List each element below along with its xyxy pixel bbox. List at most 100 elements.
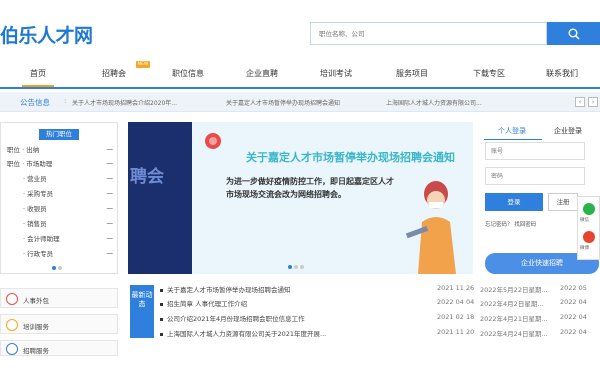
job-row-label: · 收银员 — [23, 205, 47, 213]
banner-title: 关于嘉定人才市场暂停举办现场招聘会通知 — [246, 151, 455, 164]
search-icon — [568, 28, 580, 40]
notice-prefix: : — [64, 97, 67, 105]
briefcase-icon — [6, 343, 18, 355]
news-row[interactable]: 公司介绍2021年4月份现场招聘会职位信息工作 — [160, 313, 305, 324]
news-time: 2022年5月22日星期... — [480, 286, 548, 294]
tab-company-login[interactable]: 企业登录 — [554, 126, 582, 136]
password-field[interactable] — [485, 167, 585, 185]
share-label: 微博 — [580, 246, 589, 251]
job-row-label: · 采购专员 — [23, 190, 54, 198]
login-button[interactable]: 登录 — [485, 193, 543, 211]
share-label: 微信 — [580, 218, 589, 223]
bullet — [160, 288, 163, 292]
news-row[interactable]: 上海国际人才城人力资源有限公司关于2021年度开展... — [160, 328, 326, 339]
news-time: 2022 04 — [560, 298, 587, 306]
news-time: 2022年4月24日星期... — [480, 330, 548, 338]
nav-item-home[interactable]: 首页 — [22, 68, 54, 87]
job-row-label: · 会计师助理 — [23, 235, 60, 243]
notice-label: 公告信息 — [20, 98, 50, 107]
banner-carousel-dots — [288, 263, 306, 271]
hot-jobs-tab[interactable]: 热门职位 — [39, 129, 79, 140]
news-row[interactable]: 招生简章 人事代理工作介绍 — [160, 298, 247, 309]
register-button[interactable]: 注册 — [548, 193, 578, 211]
book-icon — [6, 319, 18, 331]
bullet — [160, 302, 163, 306]
job-row[interactable]: 职位 · 市场助理 一 — [7, 158, 113, 168]
job-row-mark: 一 — [106, 160, 114, 168]
banner-body: 为进一步做好疫情防控工作，即日起嘉定区人才市场现场交流会改为网络招聘会。 — [226, 177, 394, 199]
job-row-mark: 一 — [106, 190, 114, 198]
job-row-label: · 销售员 — [23, 220, 47, 228]
job-row[interactable]: · 采购专员 一 — [23, 188, 113, 198]
bullet — [160, 332, 163, 336]
left-carousel-dots — [52, 264, 64, 272]
job-row-label: · 营业员 — [23, 175, 47, 183]
search-box[interactable] — [310, 22, 547, 45]
news-time: 2022年4月21日星期... — [480, 315, 548, 323]
news-tag: 最新动态 — [130, 285, 154, 338]
job-row-label: 职位 · 市场助理 — [7, 160, 53, 168]
virus-icon — [205, 133, 221, 149]
nav-item-contact[interactable]: 联系我们 — [546, 68, 578, 79]
news-title: 招生简章 人事代理工作介绍 — [167, 300, 248, 308]
new-badge: NEW — [136, 61, 150, 68]
main-nav: 首页 招聘会 职位信息 企业直聘 培训考试 服务项目 下载专区 联系我们 — [0, 62, 600, 89]
news-time: 2022 05 — [560, 284, 587, 292]
notice-item[interactable]: 上海国际人才城人力资源有限公司... — [386, 98, 482, 107]
weibo-icon[interactable] — [583, 231, 595, 243]
hot-jobs-panel: 热门职位 职位 · 出纳一 职位 · 市场助理一 · 营业员一 · 采购专员一 … — [0, 122, 118, 274]
nav-item-jobs[interactable]: 职位信息 — [172, 68, 204, 79]
notice-item[interactable]: 关于人才市场现场招聘会介绍2020年... — [72, 98, 177, 107]
carousel-dot[interactable] — [294, 265, 298, 269]
forgot-password-link[interactable]: 忘记密码？ 找回密码 — [485, 220, 536, 228]
search-input[interactable] — [311, 23, 546, 44]
notice-prev-button[interactable]: ‹ — [575, 97, 585, 107]
person-icon — [6, 293, 18, 305]
username-field[interactable] — [485, 142, 585, 160]
job-row[interactable]: · 会计师助理 一 — [23, 233, 113, 243]
service-button-recruiting[interactable]: 招聘服务 — [0, 340, 118, 356]
nav-item-training[interactable]: 培训考试 — [320, 68, 352, 79]
nav-item-job-fair[interactable]: 招聘会 — [102, 68, 126, 79]
doctor-illustration — [405, 181, 456, 274]
service-button-training[interactable]: 培训服务 — [0, 314, 118, 334]
banner-dark-panel: 聘会 — [128, 122, 192, 274]
notice-item[interactable]: 关于嘉定人才市场暂停举办现场招聘会通知 — [226, 98, 340, 107]
news-date: 2021 11 26 — [437, 284, 475, 292]
news-time: 2022 04 — [560, 313, 587, 321]
service-button-label: 培训服务 — [23, 323, 49, 331]
job-row-label: 职位 · 出纳 — [7, 146, 40, 154]
share-bar: 微信 微博 — [577, 196, 600, 260]
job-row[interactable]: · 销售员 一 — [23, 218, 113, 228]
password-input[interactable] — [486, 168, 584, 184]
carousel-dot[interactable] — [300, 265, 304, 269]
job-row[interactable]: 职位 · 出纳 一 — [7, 144, 113, 154]
hero-banner[interactable]: 聘会 关于嘉定人才市场暂停举办现场招聘会通知 为进一步做好疫情防控工作，即日起嘉… — [128, 122, 473, 274]
username-input[interactable] — [486, 143, 584, 159]
search-button[interactable] — [547, 22, 600, 45]
bullet — [160, 317, 163, 321]
carousel-dot[interactable] — [58, 266, 62, 270]
news-title: 关于嘉定人才市场暂停举办现场招聘会通知 — [167, 286, 291, 294]
nav-item-direct-hire[interactable]: 企业直聘 — [246, 68, 278, 79]
wechat-icon[interactable] — [583, 203, 595, 215]
job-row-mark: 一 — [106, 146, 114, 154]
notice-next-button[interactable]: › — [588, 97, 598, 107]
nav-item-downloads[interactable]: 下载专区 — [473, 68, 505, 79]
tab-personal-login[interactable]: 个人登录 — [498, 126, 526, 136]
job-row-mark: 一 — [106, 205, 114, 213]
carousel-dot[interactable] — [288, 265, 292, 269]
news-row[interactable]: 关于嘉定人才市场暂停举办现场招聘会通知 — [160, 284, 291, 295]
job-row-mark: 一 — [106, 220, 114, 228]
login-tab-indicator — [484, 139, 542, 140]
service-button-label: 人事外包 — [23, 297, 49, 305]
nav-item-services[interactable]: 服务项目 — [396, 68, 428, 79]
carousel-dot[interactable] — [52, 266, 56, 270]
job-row[interactable]: · 营业员 一 — [23, 173, 113, 183]
job-row[interactable]: · 行政专员 一 — [23, 248, 113, 258]
job-row[interactable]: · 收银员 一 — [23, 203, 113, 213]
banner-dark-text: 聘会 — [130, 167, 164, 187]
site-logo[interactable]: 伯乐人才网 — [0, 21, 93, 48]
notice-bar: 公告信息 : 关于人才市场现场招聘会介绍2020年... 关于嘉定人才市场暂停举… — [0, 92, 600, 112]
service-button-hr-outsourcing[interactable]: 人事外包 — [0, 288, 118, 308]
